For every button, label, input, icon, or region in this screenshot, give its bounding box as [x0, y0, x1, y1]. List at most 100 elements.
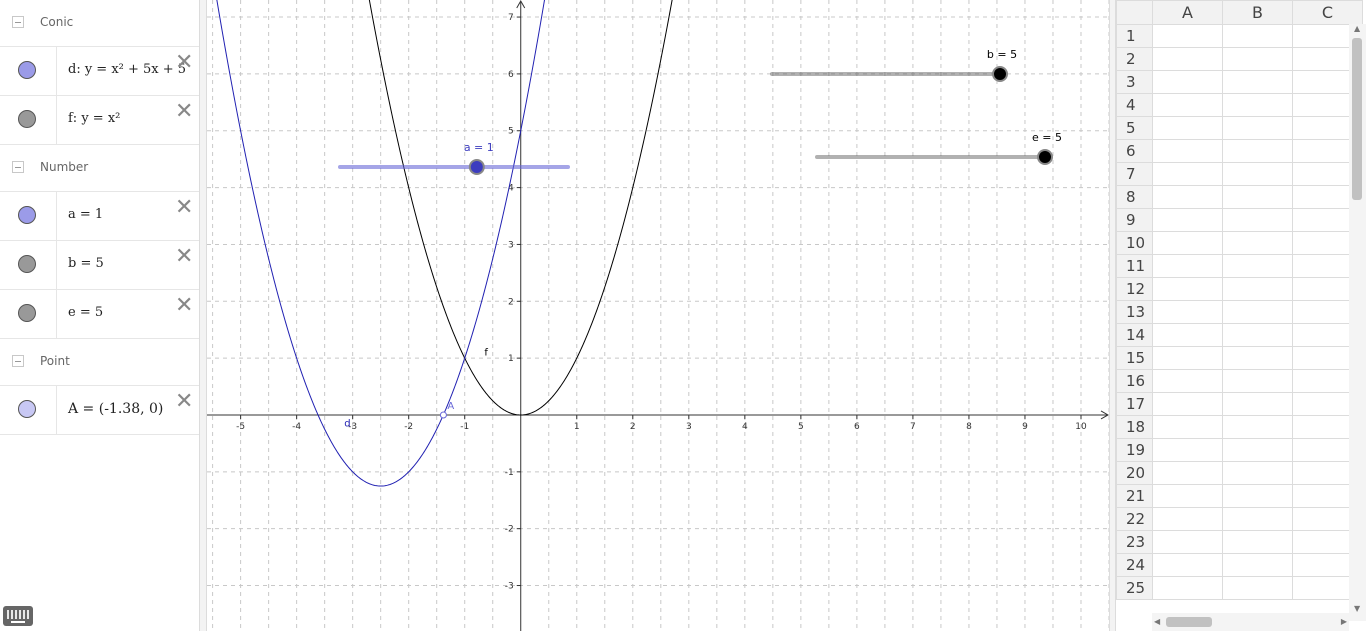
point-A[interactable] [439, 411, 447, 419]
sheet-cell[interactable] [1222, 277, 1293, 301]
slider-a-knob[interactable] [468, 159, 485, 175]
delete-icon[interactable]: ✕ [175, 391, 193, 413]
scrollbar-thumb[interactable] [1166, 617, 1212, 627]
category-point[interactable]: Point [0, 339, 199, 386]
sheet-cell[interactable] [1222, 300, 1293, 324]
delete-icon[interactable]: ✕ [175, 295, 193, 317]
sheet-cell[interactable] [1222, 70, 1293, 94]
sheet-cell[interactable] [1222, 576, 1293, 600]
sheet-cell[interactable] [1152, 346, 1223, 370]
vertical-scrollbar[interactable]: ▲ ▼ [1349, 24, 1366, 621]
slider-b-knob[interactable] [992, 66, 1008, 82]
sheet-cell[interactable] [1222, 507, 1293, 531]
row-header[interactable]: 6 [1116, 139, 1153, 163]
algebra-item-a[interactable]: a = 1 ✕ [0, 192, 199, 241]
collapse-toggle-icon[interactable] [12, 161, 24, 173]
algebra-expression[interactable]: d: y = x² + 5x + 5 [68, 62, 186, 77]
sheet-cell[interactable] [1152, 461, 1223, 485]
sheet-cell[interactable] [1222, 415, 1293, 439]
visibility-marble-icon[interactable] [18, 110, 36, 128]
sheet-cell[interactable] [1152, 47, 1223, 71]
sheet-cell[interactable] [1152, 438, 1223, 462]
delete-icon[interactable]: ✕ [175, 197, 193, 219]
sheet-cell[interactable] [1152, 93, 1223, 117]
row-header[interactable]: 5 [1116, 116, 1153, 140]
panel-divider[interactable] [1109, 0, 1116, 631]
sheet-cell[interactable] [1152, 507, 1223, 531]
sheet-cell[interactable] [1152, 576, 1223, 600]
sheet-cell[interactable] [1222, 323, 1293, 347]
collapse-toggle-icon[interactable] [12, 16, 24, 28]
sheet-cell[interactable] [1222, 553, 1293, 577]
sheet-cell[interactable] [1152, 70, 1223, 94]
row-header[interactable]: 18 [1116, 415, 1153, 439]
row-header[interactable]: 9 [1116, 208, 1153, 232]
sheet-cell[interactable] [1222, 231, 1293, 255]
sheet-cell[interactable] [1152, 484, 1223, 508]
sheet-cell[interactable] [1152, 231, 1223, 255]
sheet-cell[interactable] [1152, 116, 1223, 140]
sheet-cell[interactable] [1222, 461, 1293, 485]
slider-b[interactable]: b = 5 [770, 48, 1017, 82]
row-header[interactable]: 8 [1116, 185, 1153, 209]
collapse-toggle-icon[interactable] [12, 355, 24, 367]
algebra-expression[interactable]: b = 5 [68, 256, 104, 271]
delete-icon[interactable]: ✕ [175, 246, 193, 268]
slider-e-knob[interactable] [1037, 149, 1053, 165]
slider-a[interactable]: a = 1 [338, 141, 570, 175]
algebra-item-b[interactable]: b = 5 ✕ [0, 241, 199, 290]
row-header[interactable]: 21 [1116, 484, 1153, 508]
row-header[interactable]: 12 [1116, 277, 1153, 301]
column-header[interactable]: A [1152, 0, 1223, 25]
algebra-expression[interactable]: a = 1 [68, 207, 103, 222]
algebra-item-d[interactable]: d: y = x² + 5x + 5 ✕ [0, 47, 199, 96]
row-header[interactable]: 4 [1116, 93, 1153, 117]
category-number[interactable]: Number [0, 145, 199, 192]
row-header[interactable]: 20 [1116, 461, 1153, 485]
category-conic[interactable]: Conic [0, 0, 199, 47]
sheet-cell[interactable] [1152, 162, 1223, 186]
sheet-cell[interactable] [1152, 139, 1223, 163]
row-header[interactable]: 3 [1116, 70, 1153, 94]
sheet-cell[interactable] [1222, 254, 1293, 278]
sheet-cell[interactable] [1152, 415, 1223, 439]
spreadsheet-view[interactable]: A B C 1 2 3 4 5 6 7 8 9 10 11 12 13 14 15 16 17 18 19 20 21 2… [1116, 0, 1366, 631]
row-header[interactable]: 23 [1116, 530, 1153, 554]
sheet-cell[interactable] [1152, 553, 1223, 577]
parabola-f[interactable] [207, 0, 1109, 416]
row-header[interactable]: 10 [1116, 231, 1153, 255]
sheet-cell[interactable] [1152, 254, 1223, 278]
row-header[interactable]: 1 [1116, 24, 1153, 48]
horizontal-scrollbar[interactable]: ◀ ▶ [1152, 613, 1349, 631]
visibility-marble-icon[interactable] [18, 61, 36, 79]
sheet-cell[interactable] [1152, 208, 1223, 232]
algebra-item-f[interactable]: f: y = x² ✕ [0, 96, 199, 145]
sheet-cell[interactable] [1222, 530, 1293, 554]
algebra-expression[interactable]: f: y = x² [68, 111, 120, 126]
sheet-cell[interactable] [1222, 185, 1293, 209]
row-header[interactable]: 11 [1116, 254, 1153, 278]
sheet-cell[interactable] [1152, 323, 1223, 347]
row-header[interactable]: 24 [1116, 553, 1153, 577]
sheet-cell[interactable] [1152, 392, 1223, 416]
sheet-cell[interactable] [1152, 24, 1223, 48]
row-header[interactable]: 13 [1116, 300, 1153, 324]
row-header[interactable]: 19 [1116, 438, 1153, 462]
sheet-cell[interactable] [1222, 369, 1293, 393]
corner-cell[interactable] [1116, 0, 1153, 25]
sheet-cell[interactable] [1222, 392, 1293, 416]
row-header[interactable]: 16 [1116, 369, 1153, 393]
row-header[interactable]: 15 [1116, 346, 1153, 370]
graphics-view[interactable]: -5 -4 -3 -2 -1 1 2 3 4 5 6 7 8 9 10 -3 -2 -1 1 2 3 4 5 6 7 f d A… [207, 0, 1109, 631]
sheet-cell[interactable] [1222, 162, 1293, 186]
sheet-cell[interactable] [1222, 93, 1293, 117]
algebra-item-e[interactable]: e = 5 ✕ [0, 290, 199, 339]
row-header[interactable]: 25 [1116, 576, 1153, 600]
spreadsheet-grid[interactable]: A B C 1 2 3 4 5 6 7 8 9 10 11 12 13 14 15 16 17 18 19 20 21 2… [1116, 0, 1363, 600]
sheet-cell[interactable] [1222, 208, 1293, 232]
row-header[interactable]: 2 [1116, 47, 1153, 71]
sheet-cell[interactable] [1152, 300, 1223, 324]
algebra-item-A[interactable]: A = (-1.38, 0) ✕ [0, 386, 199, 435]
row-header[interactable]: 7 [1116, 162, 1153, 186]
algebra-expression[interactable]: A = (-1.38, 0) [68, 401, 163, 417]
